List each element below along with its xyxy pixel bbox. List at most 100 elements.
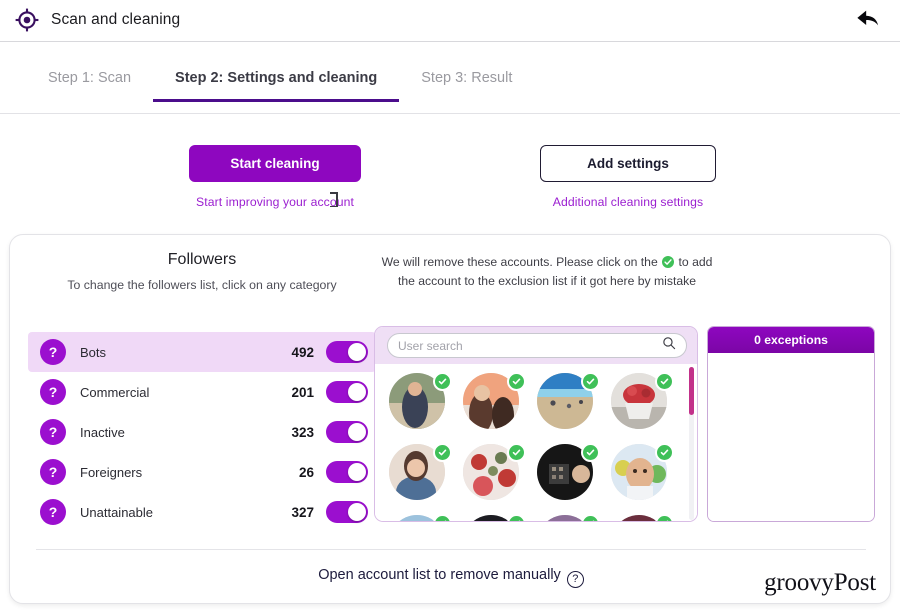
category-row-commercial[interactable]: ? Commercial 201 xyxy=(28,372,376,412)
account-item[interactable] xyxy=(389,514,452,521)
category-count: 323 xyxy=(291,424,314,440)
green-check-icon xyxy=(662,255,675,268)
account-item[interactable] xyxy=(537,443,600,506)
green-check-icon[interactable] xyxy=(655,443,674,462)
accounts-scrollbar-track[interactable] xyxy=(689,367,694,520)
green-check-icon[interactable] xyxy=(655,372,674,391)
add-settings-caption: Additional cleaning settings xyxy=(552,195,704,209)
removal-note-part1: We will remove these accounts. Please cl… xyxy=(381,255,658,269)
account-item[interactable] xyxy=(389,443,452,506)
exceptions-title: 0 exceptions xyxy=(708,327,874,353)
question-circle-icon[interactable]: ? xyxy=(566,571,584,588)
card-footer-divider xyxy=(36,549,866,550)
search-bar xyxy=(375,327,697,364)
green-check-icon[interactable] xyxy=(655,514,674,521)
removal-note: We will remove these accounts. Please cl… xyxy=(377,253,717,291)
question-icon[interactable]: ? xyxy=(40,379,66,405)
title-bar: Scan and cleaning xyxy=(0,0,900,40)
category-row-foreigners[interactable]: ? Foreigners 26 xyxy=(28,452,376,492)
category-label: Commercial xyxy=(80,384,150,400)
title-bar-left: Scan and cleaning xyxy=(14,7,180,33)
removal-note-part2: to add xyxy=(678,255,713,269)
tab-bar-divider xyxy=(0,113,900,114)
green-check-icon[interactable] xyxy=(507,372,526,391)
question-icon[interactable]: ? xyxy=(40,459,66,485)
app-title: Scan and cleaning xyxy=(51,11,181,28)
groovypost-logo: groovyPost xyxy=(764,569,876,596)
tab-step-3[interactable]: Step 3: Result xyxy=(399,60,534,102)
toggle-knob xyxy=(348,503,366,521)
account-item[interactable] xyxy=(389,372,452,435)
start-cleaning-caption: Start improving your account xyxy=(196,195,354,209)
exceptions-list[interactable] xyxy=(708,353,874,521)
account-item[interactable] xyxy=(611,514,674,521)
green-check-icon[interactable] xyxy=(507,443,526,462)
followers-title: Followers xyxy=(167,251,237,268)
green-check-icon[interactable] xyxy=(507,514,526,521)
back-arrow-icon xyxy=(855,7,881,34)
category-label: Foreigners xyxy=(80,464,143,480)
account-item[interactable] xyxy=(463,372,526,435)
open-account-list-link[interactable]: Open account list to remove manually? xyxy=(10,567,892,588)
category-toggle[interactable] xyxy=(326,341,368,363)
app-window: Scan and cleaning Step 1: Scan Step 2: S… xyxy=(0,0,900,612)
followers-category-list: ? Bots 492 ? Commercial 201 ? Inactive 3… xyxy=(28,332,376,532)
account-item[interactable] xyxy=(611,372,674,435)
avatar-grid xyxy=(375,364,697,521)
category-row-bots[interactable]: ? Bots 492 xyxy=(28,332,376,372)
category-count: 492 xyxy=(291,344,314,360)
steps-tab-bar: Step 1: Scan Step 2: Settings and cleani… xyxy=(0,60,900,114)
category-toggle[interactable] xyxy=(326,381,368,403)
accounts-panel xyxy=(374,326,698,522)
green-check-icon[interactable] xyxy=(581,514,600,521)
category-count: 327 xyxy=(291,504,314,520)
category-label: Inactive xyxy=(80,424,125,440)
actions-row: Start cleaning Start improving your acco… xyxy=(0,145,900,215)
question-icon[interactable]: ? xyxy=(40,339,66,365)
account-item[interactable] xyxy=(611,443,674,506)
add-settings-button[interactable]: Add settings xyxy=(540,145,716,182)
green-check-icon[interactable] xyxy=(433,443,452,462)
open-account-list-label: Open account list to remove manually xyxy=(318,567,561,583)
category-count: 26 xyxy=(298,464,314,480)
toggle-knob xyxy=(348,343,366,361)
toggle-knob xyxy=(348,463,366,481)
account-item[interactable] xyxy=(537,372,600,435)
category-row-unattainable[interactable]: ? Unattainable 327 xyxy=(28,492,376,532)
card-headings: Followers To change the followers list, … xyxy=(10,251,892,301)
question-icon[interactable]: ? xyxy=(40,499,66,525)
followers-subtitle: To change the followers list, click on a… xyxy=(67,278,337,292)
accounts-scrollbar-thumb[interactable] xyxy=(689,367,694,415)
target-crosshair-icon xyxy=(14,7,40,33)
account-item[interactable] xyxy=(463,514,526,521)
followers-heading-block: Followers To change the followers list, … xyxy=(32,251,372,292)
back-button[interactable] xyxy=(854,7,882,33)
tab-step-2[interactable]: Step 2: Settings and cleaning xyxy=(153,60,400,102)
avatar-scroll-area[interactable] xyxy=(375,364,697,521)
start-cleaning-block: Start cleaning Start improving your acco… xyxy=(189,145,361,209)
tab-step-1[interactable]: Step 1: Scan xyxy=(26,60,153,102)
add-settings-block: Add settings Additional cleaning setting… xyxy=(540,145,716,209)
green-check-icon[interactable] xyxy=(433,372,452,391)
toggle-knob xyxy=(348,383,366,401)
green-check-icon[interactable] xyxy=(581,443,600,462)
search-box[interactable] xyxy=(387,333,687,358)
category-toggle[interactable] xyxy=(326,421,368,443)
account-item[interactable] xyxy=(537,514,600,521)
removal-note-part3: the account to the exclusion list if it … xyxy=(397,273,697,288)
category-toggle[interactable] xyxy=(326,461,368,483)
category-row-inactive[interactable]: ? Inactive 323 xyxy=(28,412,376,452)
search-input[interactable] xyxy=(398,338,662,353)
toggle-knob xyxy=(348,423,366,441)
green-check-icon[interactable] xyxy=(581,372,600,391)
title-bar-divider xyxy=(0,41,900,42)
search-icon[interactable] xyxy=(662,336,676,355)
category-toggle[interactable] xyxy=(326,501,368,523)
green-check-icon[interactable] xyxy=(433,514,452,521)
category-label: Bots xyxy=(80,344,107,360)
question-icon[interactable]: ? xyxy=(40,419,66,445)
category-count: 201 xyxy=(291,384,314,400)
start-cleaning-button[interactable]: Start cleaning xyxy=(189,145,361,182)
category-label: Unattainable xyxy=(80,504,153,520)
account-item[interactable] xyxy=(463,443,526,506)
